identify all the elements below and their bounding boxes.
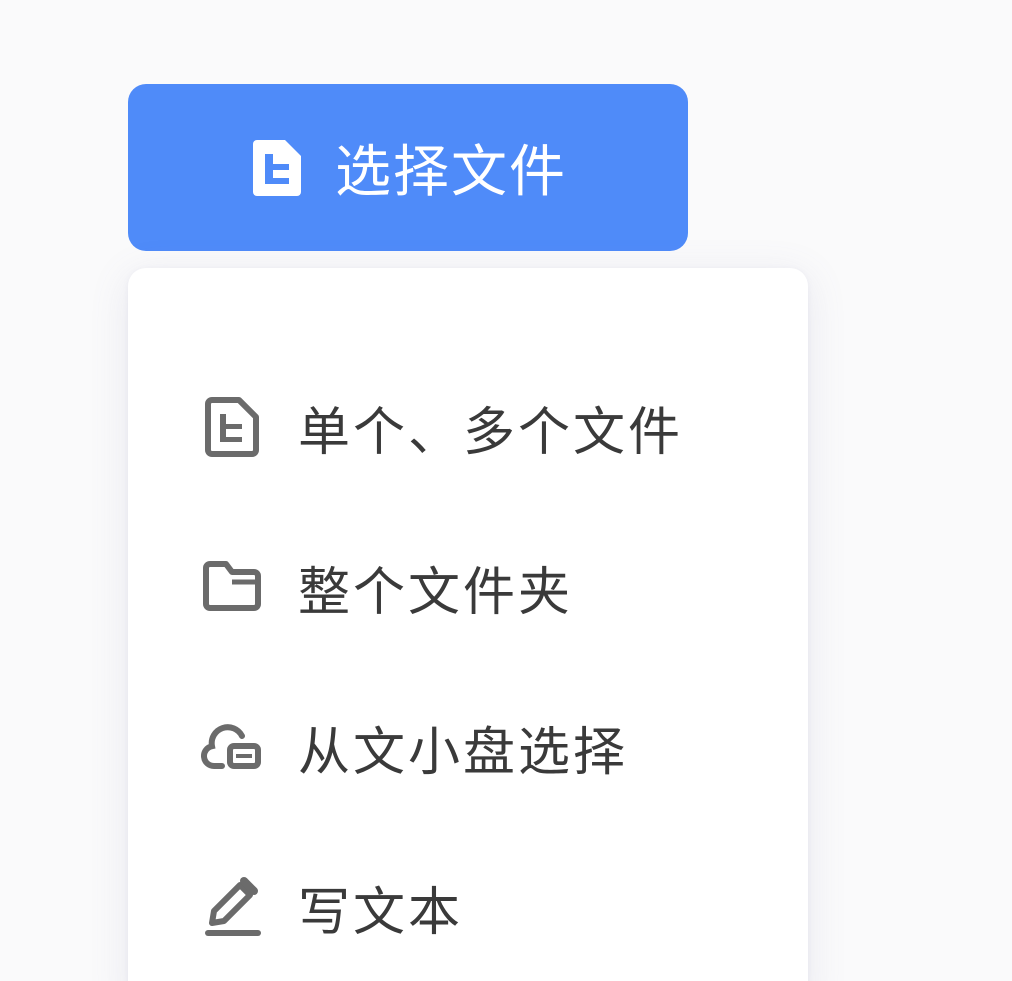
menu-item-label: 整个文件夹: [298, 562, 574, 623]
document-icon: [200, 395, 264, 459]
document-icon: [249, 136, 305, 200]
file-source-menu: 单个、多个文件 整个文件夹 从文小盘选择 写文本: [128, 268, 808, 981]
menu-item-select-from-cloud-drive[interactable]: 从文小盘选择: [128, 682, 808, 812]
menu-item-label: 写文本: [298, 882, 464, 943]
folder-icon: [200, 555, 264, 619]
menu-item-entire-folder[interactable]: 整个文件夹: [128, 522, 808, 652]
menu-item-label: 单个、多个文件: [298, 402, 684, 463]
select-file-button[interactable]: 选择文件: [128, 84, 688, 251]
select-file-button-label: 选择文件: [335, 140, 567, 205]
menu-item-write-text[interactable]: 写文本: [128, 842, 808, 972]
pencil-icon: [200, 875, 264, 939]
menu-item-single-multiple-files[interactable]: 单个、多个文件: [128, 362, 808, 492]
menu-item-label: 从文小盘选择: [298, 722, 629, 783]
cloud-drive-icon: [200, 715, 264, 779]
page: 选择文件 单个、多个文件 整个文件夹 从文小盘选择 写文本: [0, 0, 1012, 981]
